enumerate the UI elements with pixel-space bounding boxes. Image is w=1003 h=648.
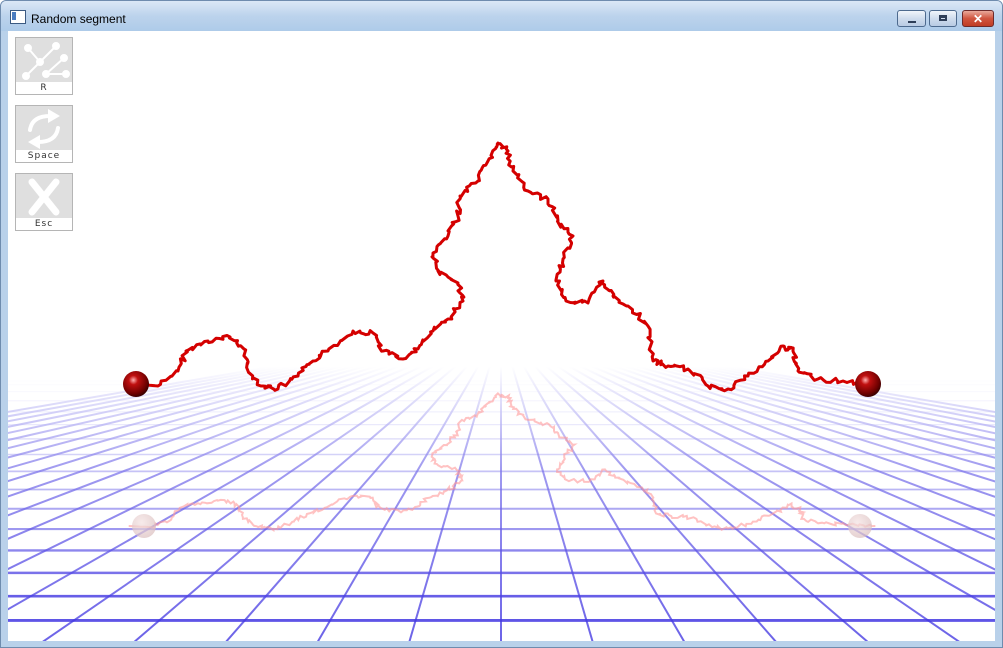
scene-svg [8, 31, 995, 641]
app-icon [10, 10, 26, 24]
close-button[interactable]: ✕ [962, 10, 994, 27]
randomize-key-label: R [16, 82, 72, 94]
title-bar[interactable]: Random segment ✕ [1, 1, 1002, 31]
horizon-fog [8, 31, 995, 641]
right-endpoint-sphere[interactable] [855, 371, 881, 397]
exit-key-label: Esc [16, 218, 72, 230]
render-canvas[interactable]: R Space Esc [8, 31, 995, 641]
left-endpoint-sphere[interactable] [123, 371, 149, 397]
right-sphere-reflection [848, 514, 872, 538]
minimize-icon [908, 21, 916, 23]
window-title: Random segment [31, 12, 126, 26]
swap-button[interactable]: Space [15, 105, 73, 163]
random-points-icon [16, 38, 72, 84]
exit-button[interactable]: Esc [15, 173, 73, 231]
maximize-icon [939, 15, 947, 21]
randomize-button[interactable]: R [15, 37, 73, 95]
swap-arrows-icon [16, 106, 72, 152]
app-window: Random segment ✕ R Space Esc [0, 0, 1003, 648]
close-x-icon [16, 174, 72, 220]
minimize-button[interactable] [897, 10, 926, 27]
maximize-button[interactable] [929, 10, 957, 27]
left-sphere-reflection [132, 514, 156, 538]
swap-key-label: Space [16, 150, 72, 162]
close-icon: ✕ [973, 12, 984, 26]
